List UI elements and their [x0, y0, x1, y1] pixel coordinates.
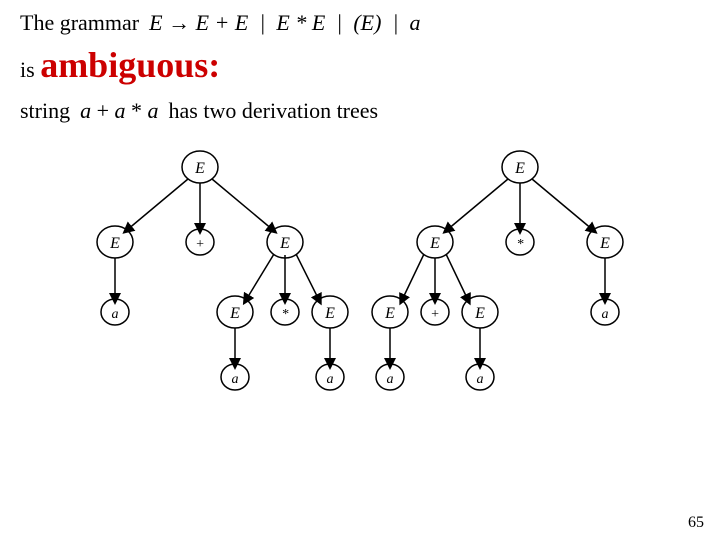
has-two-trees-text: has two derivation trees — [169, 98, 379, 124]
svg-text:a: a — [327, 372, 334, 387]
left-tree: E E + E a E * E — [50, 142, 350, 402]
svg-text:a: a — [602, 307, 609, 322]
svg-text:a: a — [477, 372, 484, 387]
svg-text:E: E — [429, 235, 440, 252]
right-tree: E E * E a E + E — [370, 142, 670, 402]
is-text: is — [20, 57, 40, 82]
svg-text:*: * — [282, 307, 289, 322]
svg-text:E: E — [109, 235, 120, 252]
svg-text:*: * — [517, 237, 524, 252]
grammar-formula: E → E + E | E * E | (E) | a — [149, 10, 420, 36]
svg-text:E: E — [229, 305, 240, 322]
svg-text:E: E — [599, 235, 610, 252]
grammar-header: The grammar E → E + E | E * E | (E) | a — [20, 10, 700, 36]
string-label: string — [20, 98, 70, 124]
grammar-label: The grammar — [20, 10, 139, 36]
svg-text:+: + — [195, 237, 204, 252]
svg-text:E: E — [194, 160, 205, 177]
svg-text:a: a — [112, 307, 119, 322]
svg-text:+: + — [430, 307, 439, 322]
ambiguous-text: ambiguous: — [40, 45, 220, 85]
page-number: 65 — [688, 514, 704, 532]
svg-text:E: E — [279, 235, 290, 252]
svg-text:E: E — [474, 305, 485, 322]
svg-text:a: a — [387, 372, 394, 387]
svg-text:E: E — [384, 305, 395, 322]
svg-text:a: a — [232, 372, 239, 387]
svg-text:E: E — [514, 160, 525, 177]
svg-text:E: E — [324, 305, 335, 322]
trees-container: E E + E a E * E — [20, 142, 700, 402]
string-line: string a + a * a has two derivation tree… — [20, 98, 700, 124]
ambiguous-line: is ambiguous: — [20, 44, 700, 86]
string-formula: a + a * a — [80, 98, 158, 124]
